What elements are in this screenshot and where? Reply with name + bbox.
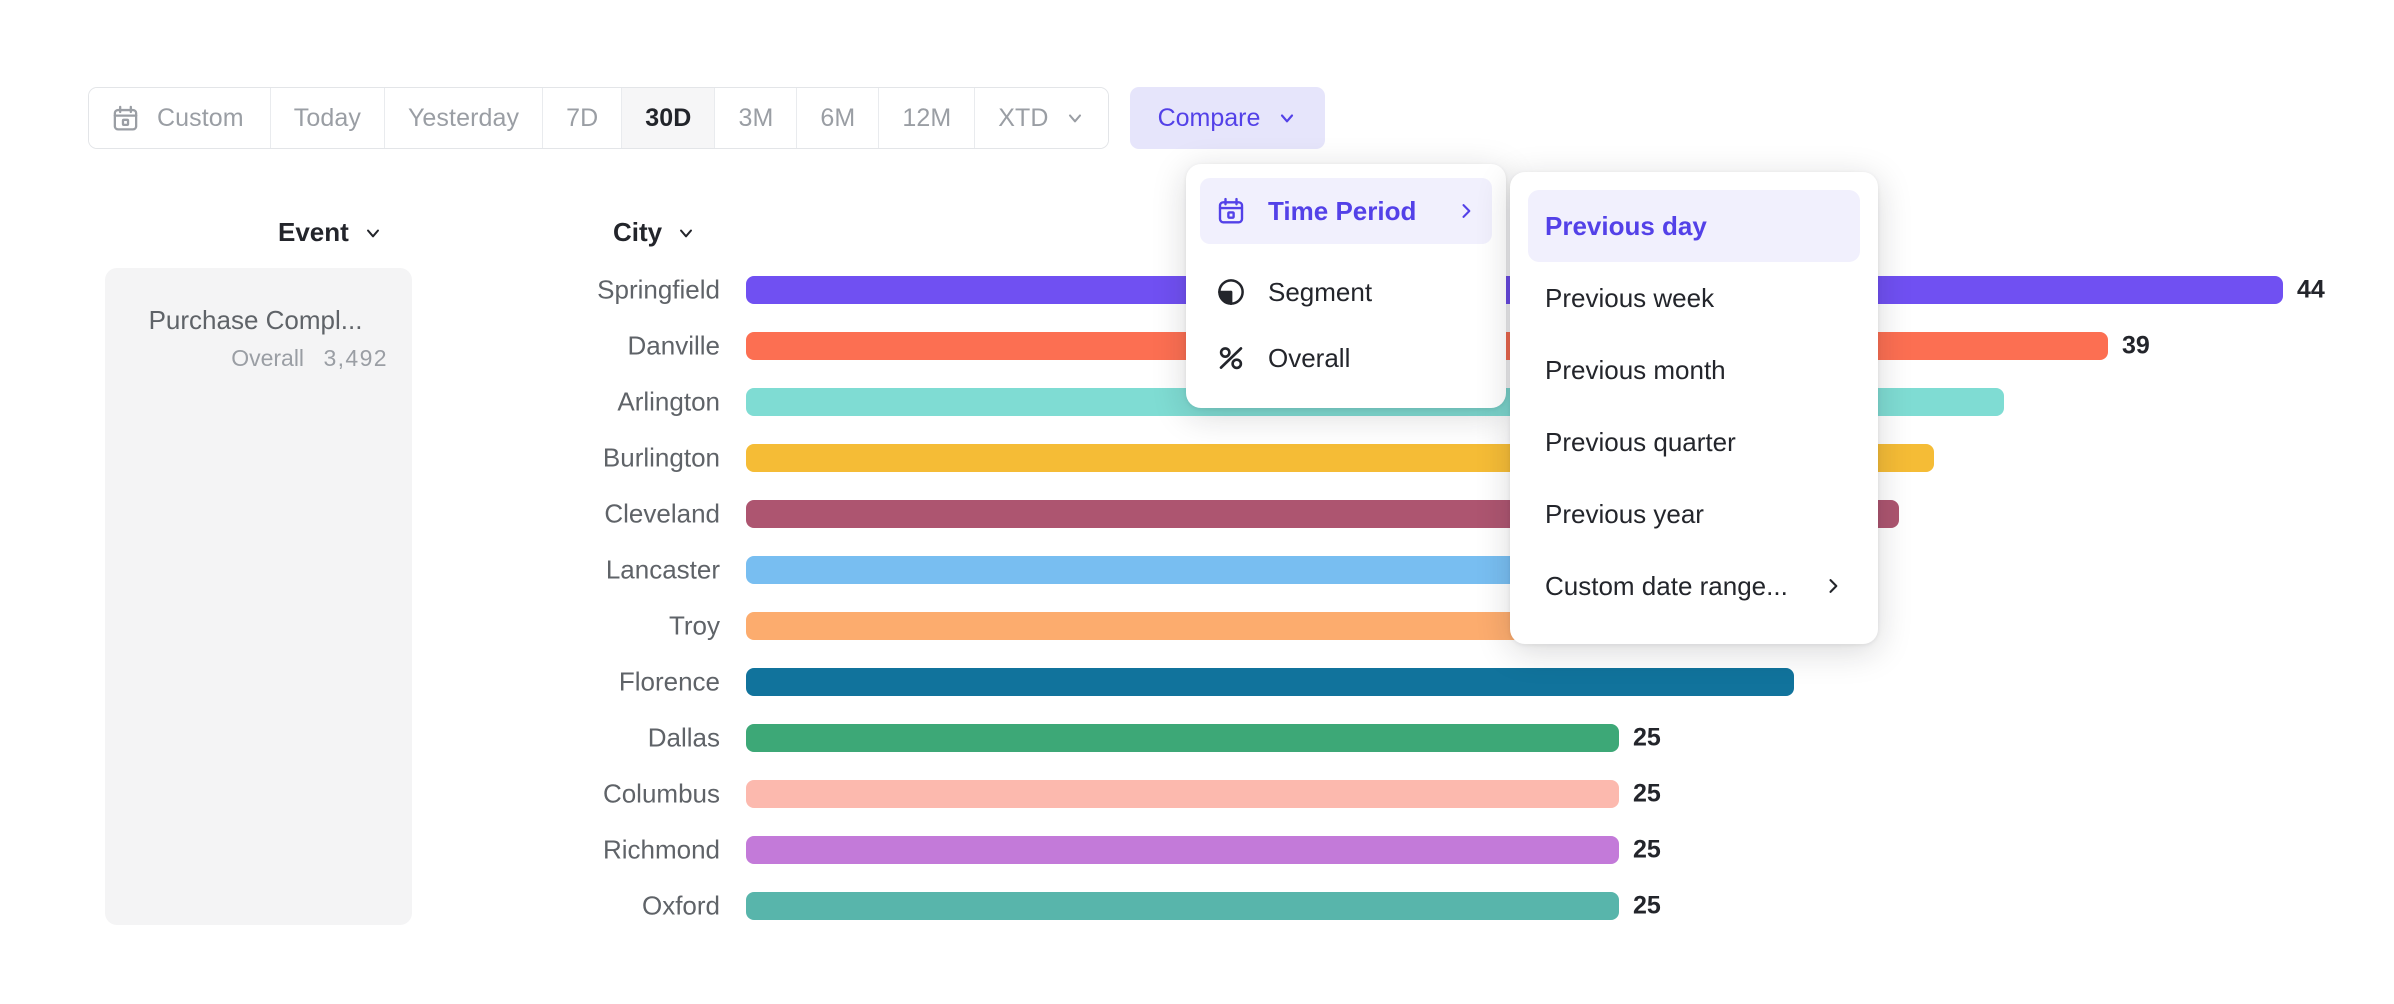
bar-value-label: 25 <box>1633 892 1661 921</box>
bar-category-label: Burlington <box>430 443 720 474</box>
compare-menu-item-segment[interactable]: Segment <box>1200 259 1492 325</box>
compare-dropdown-menu: Time Period Segment Overall <box>1186 164 1506 408</box>
range-button-7d[interactable]: 7D <box>543 88 622 148</box>
compare-menu-item-overall[interactable]: Overall <box>1200 325 1492 391</box>
period-menu-item-label: Custom date range... <box>1545 571 1788 602</box>
compare-button[interactable]: Compare <box>1130 87 1326 149</box>
range-button-label: 30D <box>645 104 691 133</box>
range-button-label: Today <box>294 104 361 133</box>
percent-icon <box>1216 343 1246 373</box>
bar-track <box>746 836 1619 864</box>
bar-fill[interactable] <box>746 780 1619 808</box>
calendar-icon <box>1216 196 1246 226</box>
period-menu-item-label: Previous day <box>1545 211 1707 242</box>
compare-label: Compare <box>1158 104 1261 133</box>
date-range-button-group: Custom Today Yesterday 7D 30D 3M 6M 12M XTD <box>88 87 1109 149</box>
compare-menu-item-label: Time Period <box>1268 196 1416 227</box>
range-button-3m[interactable]: 3M <box>715 88 797 148</box>
bar-row[interactable]: Florence <box>0 654 2394 710</box>
period-menu-item-previous-quarter[interactable]: Previous quarter <box>1528 406 1860 478</box>
range-button-30d[interactable]: 30D <box>622 88 715 148</box>
time-period-submenu: Previous day Previous week Previous month P… <box>1510 172 1878 644</box>
range-button-today[interactable]: Today <box>271 88 385 148</box>
bar-track <box>746 780 1619 808</box>
range-button-yesterday[interactable]: Yesterday <box>385 88 543 148</box>
pie-chart-icon <box>1216 277 1246 307</box>
compare-menu-item-label: Segment <box>1268 277 1372 308</box>
bar-category-label: Richmond <box>430 835 720 866</box>
chevron-down-icon <box>1277 108 1297 128</box>
range-button-label: Yesterday <box>408 104 519 133</box>
bar-row[interactable]: Columbus 25 <box>0 766 2394 822</box>
menu-spacer <box>1200 244 1492 259</box>
range-button-custom[interactable]: Custom <box>89 88 271 148</box>
bar-category-label: Lancaster <box>430 555 720 586</box>
bar-category-label: Dallas <box>430 723 720 754</box>
column-header-city-label: City <box>613 217 662 248</box>
bar-category-label: Troy <box>430 611 720 642</box>
bar-category-label: Cleveland <box>430 499 720 530</box>
range-button-label: 12M <box>902 104 951 133</box>
bar-value-label: 44 <box>2297 276 2325 305</box>
bar-row[interactable]: Burlington <box>0 430 2394 486</box>
column-header-event[interactable]: Event <box>278 217 383 248</box>
bar-track <box>746 724 1619 752</box>
range-button-xtd[interactable]: XTD <box>975 88 1107 148</box>
column-header-event-label: Event <box>278 217 349 248</box>
period-menu-item-custom-date-range[interactable]: Custom date range... <box>1528 550 1860 622</box>
bar-row[interactable]: Oxford 25 <box>0 878 2394 934</box>
range-button-label: XTD <box>998 104 1048 133</box>
bar-fill[interactable] <box>746 724 1619 752</box>
chevron-down-icon <box>363 223 383 243</box>
chevron-down-icon <box>1065 108 1085 128</box>
bar-category-label: Florence <box>430 667 720 698</box>
range-button-12m[interactable]: 12M <box>879 88 975 148</box>
bar-row[interactable]: Troy <box>0 598 2394 654</box>
range-button-label: 6M <box>820 104 855 133</box>
bar-track <box>746 892 1619 920</box>
range-button-label: Custom <box>157 104 244 133</box>
bar-value-label: 25 <box>1633 780 1661 809</box>
chevron-right-icon <box>1456 201 1476 221</box>
period-menu-item-previous-month[interactable]: Previous month <box>1528 334 1860 406</box>
period-menu-item-label: Previous quarter <box>1545 427 1736 458</box>
bar-row[interactable]: Richmond 25 <box>0 822 2394 878</box>
column-header-city[interactable]: City <box>613 217 696 248</box>
bar-fill[interactable] <box>746 668 1794 696</box>
period-menu-item-label: Previous year <box>1545 499 1704 530</box>
calendar-icon <box>111 104 140 133</box>
bar-value-label: 39 <box>2122 332 2150 361</box>
bar-row[interactable]: Cleveland <box>0 486 2394 542</box>
period-menu-item-label: Previous week <box>1545 283 1714 314</box>
chevron-down-icon <box>676 223 696 243</box>
date-range-toolbar: Custom Today Yesterday 7D 30D 3M 6M 12M XTD Comp… <box>88 87 1325 149</box>
range-button-label: 3M <box>738 104 773 133</box>
bar-fill[interactable] <box>746 836 1619 864</box>
bar-value-label: 25 <box>1633 836 1661 865</box>
bar-value-label: 25 <box>1633 724 1661 753</box>
compare-menu-item-label: Overall <box>1268 343 1350 374</box>
period-menu-item-previous-day[interactable]: Previous day <box>1528 190 1860 262</box>
range-button-label: 7D <box>566 104 598 133</box>
bar-category-label: Oxford <box>430 891 720 922</box>
bar-row[interactable]: Dallas 25 <box>0 710 2394 766</box>
period-menu-item-previous-year[interactable]: Previous year <box>1528 478 1860 550</box>
bar-category-label: Columbus <box>430 779 720 810</box>
analytics-chart-page: Custom Today Yesterday 7D 30D 3M 6M 12M XTD Comp… <box>0 0 2394 1004</box>
compare-menu-item-time-period[interactable]: Time Period <box>1200 178 1492 244</box>
period-menu-item-label: Previous month <box>1545 355 1726 386</box>
bar-fill[interactable] <box>746 892 1619 920</box>
bar-category-label: Springfield <box>430 275 720 306</box>
range-button-6m[interactable]: 6M <box>797 88 879 148</box>
bar-category-label: Danville <box>430 331 720 362</box>
bar-category-label: Arlington <box>430 387 720 418</box>
bar-track <box>746 668 1794 696</box>
chevron-right-icon <box>1823 576 1843 596</box>
bar-row[interactable]: Lancaster <box>0 542 2394 598</box>
period-menu-item-previous-week[interactable]: Previous week <box>1528 262 1860 334</box>
